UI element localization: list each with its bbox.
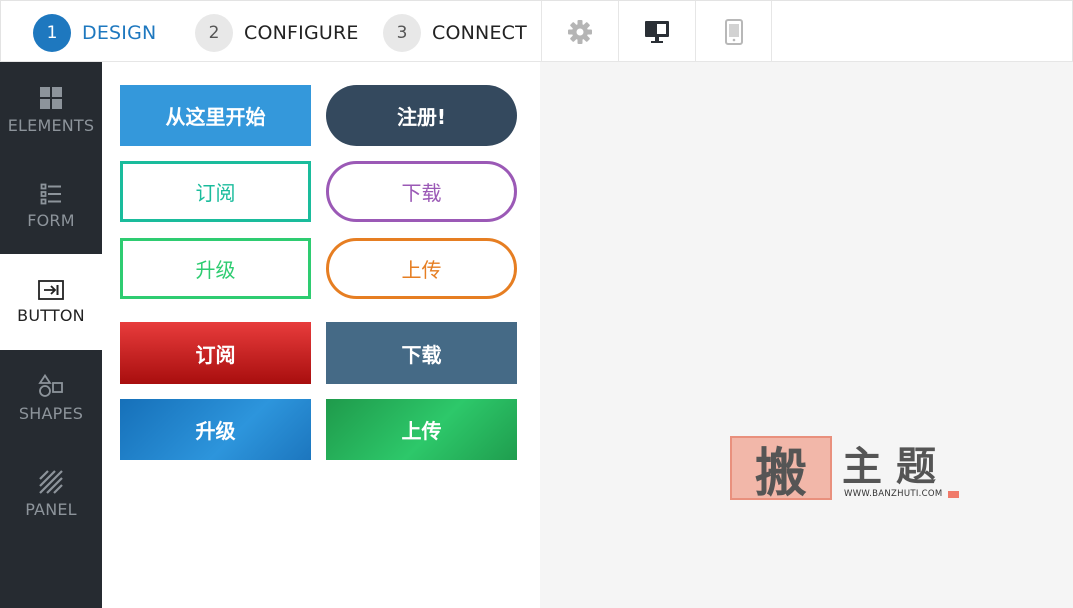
button-arrow-icon bbox=[38, 279, 64, 300]
step-connect[interactable]: 3 CONNECT bbox=[383, 13, 527, 53]
sidebar-item-form[interactable]: FORM bbox=[0, 158, 102, 254]
settings-button[interactable] bbox=[541, 1, 618, 63]
download-slate-button[interactable]: 下载 bbox=[326, 322, 517, 384]
form-list-icon bbox=[40, 183, 61, 204]
desktop-view-button[interactable] bbox=[618, 1, 695, 63]
design-canvas[interactable]: 搬 主题 WWW.BANZHUTI.COM bbox=[540, 62, 1073, 608]
sidebar-item-label: PANEL bbox=[25, 499, 77, 519]
upload-outline-pill-button[interactable]: 上传 bbox=[326, 238, 517, 299]
step-number: 3 bbox=[383, 14, 421, 52]
gear-icon bbox=[568, 20, 592, 44]
watermark-logo: 搬 主题 WWW.BANZHUTI.COM bbox=[730, 434, 962, 504]
sidebar-item-label: ELEMENTS bbox=[7, 115, 95, 135]
mobile-view-button[interactable] bbox=[695, 1, 772, 63]
step-label: CONFIGURE bbox=[244, 22, 359, 44]
step-configure[interactable]: 2 CONFIGURE bbox=[195, 13, 359, 53]
subscribe-outline-button[interactable]: 订阅 bbox=[120, 161, 311, 222]
grid-icon bbox=[40, 86, 62, 109]
watermark-title: 主题 bbox=[842, 443, 950, 490]
register-button[interactable]: 注册! bbox=[326, 85, 517, 146]
top-stepper-bar: 1 DESIGN 2 CONFIGURE 3 CONNECT bbox=[0, 0, 1073, 63]
watermark-seal: 搬 bbox=[730, 436, 832, 504]
upgrade-outline-button[interactable]: 升级 bbox=[120, 238, 311, 299]
shapes-icon bbox=[38, 373, 63, 397]
sidebar-item-label: FORM bbox=[27, 210, 75, 230]
button-palette: 从这里开始 注册! 订阅 下载 升级 上传 订阅 下载 升级 上传 bbox=[102, 62, 540, 608]
desktop-monitor-icon bbox=[645, 21, 669, 43]
watermark-url: WWW.BANZHUTI.COM bbox=[844, 489, 943, 499]
step-label: CONNECT bbox=[432, 22, 527, 44]
sidebar: ELEMENTS FORM BUTTON SHAPES PANEL bbox=[0, 62, 102, 608]
upgrade-blue-gradient-button[interactable]: 升级 bbox=[120, 399, 311, 460]
mobile-phone-icon bbox=[724, 19, 743, 45]
watermark-accent bbox=[948, 491, 959, 498]
step-design[interactable]: 1 DESIGN bbox=[33, 13, 156, 53]
sidebar-item-button[interactable]: BUTTON bbox=[0, 254, 102, 350]
step-label: DESIGN bbox=[82, 22, 157, 44]
download-outline-pill-button[interactable]: 下载 bbox=[326, 161, 517, 222]
sidebar-item-label: SHAPES bbox=[18, 403, 84, 423]
upload-green-gradient-button[interactable]: 上传 bbox=[326, 399, 517, 460]
sidebar-item-shapes[interactable]: SHAPES bbox=[0, 350, 102, 446]
step-number: 2 bbox=[195, 14, 233, 52]
step-number: 1 bbox=[33, 14, 71, 52]
subscribe-red-gradient-button[interactable]: 订阅 bbox=[120, 322, 311, 384]
hatched-panel-icon bbox=[39, 469, 63, 494]
sidebar-item-panel[interactable]: PANEL bbox=[0, 446, 102, 542]
sidebar-item-elements[interactable]: ELEMENTS bbox=[0, 62, 102, 158]
sidebar-item-label: BUTTON bbox=[17, 305, 85, 325]
start-here-button[interactable]: 从这里开始 bbox=[120, 85, 311, 146]
